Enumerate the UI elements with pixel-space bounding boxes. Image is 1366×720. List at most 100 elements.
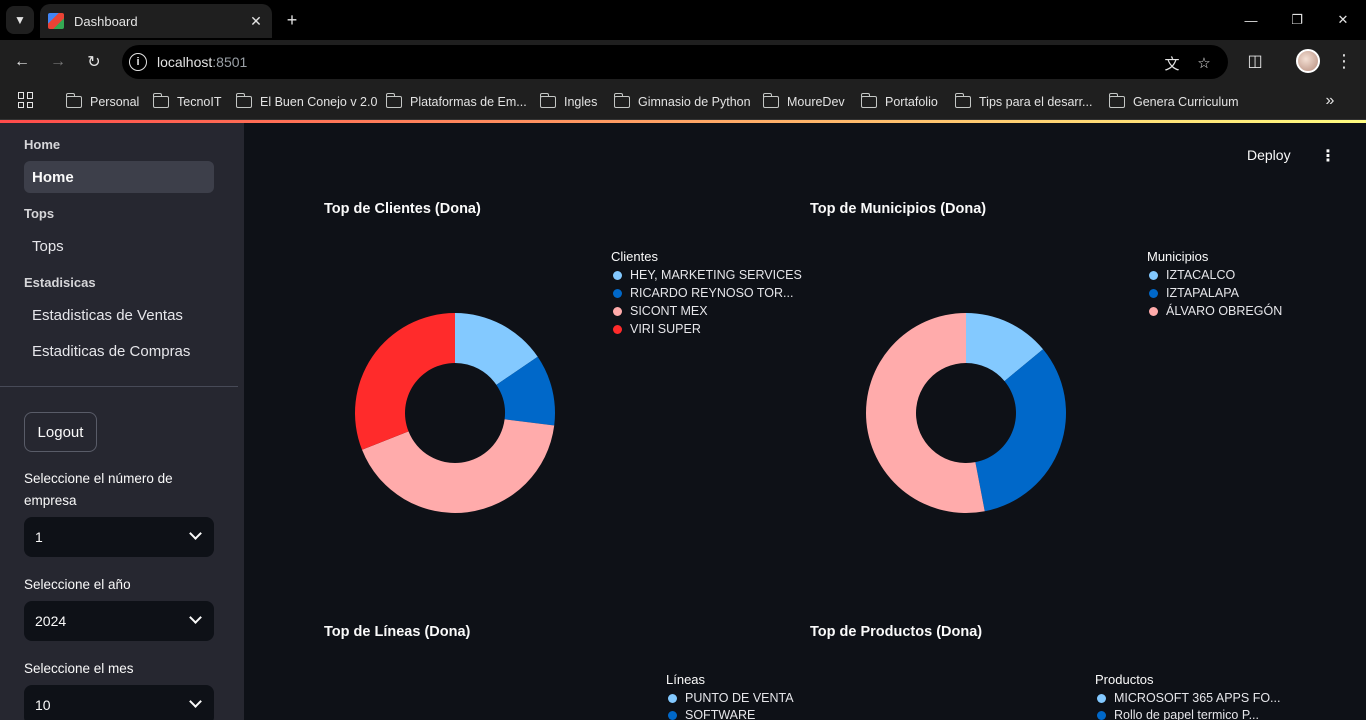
legend-title-clientes: Clientes — [611, 249, 658, 264]
donut-slice-4[interactable] — [355, 313, 455, 450]
nav-section-home: Home — [24, 137, 61, 152]
legend-item[interactable]: IZTACALCO — [1149, 268, 1235, 282]
chart-title-productos: Top de Productos (Dona) — [810, 624, 983, 640]
bookmark-folder[interactable]: Ingles — [539, 91, 597, 113]
donut-chart-clientes — [355, 313, 555, 513]
legend-item[interactable]: VIRI SUPER — [613, 322, 701, 336]
bookmark-folder[interactable]: Portafolio — [860, 91, 938, 113]
reload-icon[interactable]: ↻ — [81, 49, 107, 75]
legend-label: MICROSOFT 365 APPS FO... — [1114, 691, 1281, 705]
chart-title-municipios: Top de Municipios (Dona) — [810, 201, 987, 217]
legend-title-lineas: Líneas — [666, 672, 706, 687]
legend-item[interactable]: Rollo de papel termico P... — [1097, 708, 1259, 720]
favicon-icon — [48, 13, 64, 29]
folder-icon — [860, 93, 877, 108]
legend-item[interactable]: IZTAPALAPA — [1149, 286, 1239, 300]
sidebar-item-home[interactable]: Home — [24, 161, 214, 193]
legend-dot — [1149, 288, 1158, 298]
legend-title-municipios: Municipios — [1147, 249, 1209, 264]
legend-dot — [613, 288, 622, 298]
legend-title-productos: Productos — [1095, 672, 1154, 687]
legend-item[interactable]: MICROSOFT 365 APPS FO... — [1097, 691, 1280, 705]
legend-label: SOFTWARE — [685, 708, 756, 720]
browser-menu-icon[interactable]: ⋮ — [1332, 49, 1356, 73]
bookmark-folder[interactable]: TecnoIT — [152, 91, 222, 113]
folder-icon — [539, 93, 556, 108]
sidebar-item-tops[interactable]: Tops — [24, 230, 214, 262]
app-menu-icon[interactable]: ⋮ — [1320, 145, 1336, 167]
apps-grid-icon[interactable] — [18, 92, 34, 108]
legend-item[interactable]: SICONT MEX — [613, 304, 708, 318]
bookmark-folder[interactable]: Plataformas de Em... — [385, 91, 527, 113]
donut-slice-2[interactable] — [975, 349, 1066, 512]
bookmark-label: Portafolio — [885, 95, 938, 109]
restore-icon[interactable]: ❐ — [1274, 0, 1320, 40]
bookmark-folder[interactable]: Tips para el desarr... — [954, 91, 1092, 113]
new-tab-icon[interactable]: + — [280, 8, 304, 32]
bookmark-label: TecnoIT — [177, 95, 222, 109]
legend-dot — [1097, 693, 1106, 703]
chevron-down-icon — [189, 527, 202, 540]
folder-icon — [152, 93, 169, 108]
bookmark-folder[interactable]: Gimnasio de Python — [613, 91, 751, 113]
profile-avatar[interactable] — [1296, 49, 1320, 73]
legend-item[interactable]: HEY, MARKETING SERVICES — [613, 268, 802, 282]
legend-item[interactable]: SOFTWARE — [668, 708, 755, 720]
legend-label: HEY, MARKETING SERVICES — [630, 268, 802, 282]
legend-label: RICARDO REYNOSO TOR... — [630, 286, 794, 300]
folder-icon — [385, 93, 402, 108]
site-info-icon[interactable]: i — [129, 53, 147, 71]
folder-icon — [954, 93, 971, 108]
back-arrow-icon[interactable]: ← — [9, 49, 35, 75]
chevron-down-icon — [189, 611, 202, 624]
more-bookmarks-icon[interactable]: » — [1320, 91, 1340, 111]
bookmark-star-icon[interactable]: ☆ — [1194, 53, 1214, 73]
anio-value: 2024 — [35, 613, 67, 629]
empresa-select[interactable]: 1 — [24, 517, 214, 557]
extensions-icon[interactable]: ◫ — [1243, 49, 1267, 73]
logout-button[interactable]: Logout — [24, 412, 97, 452]
tab-title: Dashboard — [74, 13, 138, 29]
anio-label: Seleccione el año — [24, 577, 131, 592]
deploy-button[interactable]: Deploy — [1247, 147, 1291, 163]
anio-select[interactable]: 2024 — [24, 601, 214, 641]
close-tab-icon[interactable]: ✕ — [246, 11, 266, 31]
legend-label: IZTACALCO — [1166, 268, 1236, 282]
browser-tab[interactable]: Dashboard ✕ — [40, 4, 272, 38]
bookmark-label: MoureDev — [787, 95, 845, 109]
browser-tabstrip: ▼ Dashboard ✕ + — ❐ ✕ — [0, 0, 1366, 40]
legend-dot — [613, 270, 622, 280]
main-content: Deploy ⋮ Top de Clientes (Dona) Clientes… — [244, 123, 1366, 720]
chart-title-lineas: Top de Líneas (Dona) — [324, 624, 471, 640]
minimize-icon[interactable]: — — [1228, 0, 1274, 40]
legend-dot — [613, 324, 622, 334]
url-host: localhost — [157, 54, 213, 70]
mes-value: 10 — [35, 697, 51, 713]
sidebar-item-estadisticas-ventas[interactable]: Estadisticas de Ventas — [24, 299, 214, 331]
legend-dot — [1097, 710, 1106, 720]
legend-dot — [1149, 306, 1158, 316]
legend-item[interactable]: RICARDO REYNOSO TOR... — [613, 286, 793, 300]
bookmark-folder[interactable]: Personal — [65, 91, 140, 113]
browser-toolbar: ← → ↻ i localhost:8501 文 ☆ ◫ ⋮ — [0, 40, 1366, 84]
mes-select[interactable]: 10 — [24, 685, 214, 720]
bookmark-folder[interactable]: MoureDev — [762, 91, 845, 113]
address-bar[interactable]: i localhost:8501 文 ☆ — [122, 45, 1228, 79]
forward-arrow-icon[interactable]: → — [45, 49, 71, 75]
nav-section-estadisticas: Estadisicas — [24, 275, 96, 290]
legend-item[interactable]: PUNTO DE VENTA — [668, 691, 794, 705]
bookmark-folder[interactable]: Genera Curriculum — [1108, 91, 1239, 113]
bookmark-folder[interactable]: El Buen Conejo v 2.0 — [235, 91, 377, 113]
tab-search-icon[interactable]: ▼ — [6, 6, 34, 34]
window-close-icon[interactable]: ✕ — [1320, 0, 1366, 40]
empresa-value: 1 — [35, 529, 43, 545]
translate-icon[interactable]: 文 — [1162, 53, 1182, 73]
legend-item[interactable]: ÁLVARO OBREGÓN — [1149, 304, 1282, 318]
bookmark-label: Personal — [90, 95, 140, 109]
bookmarks-bar: Personal TecnoIT El Buen Conejo v 2.0 Pl… — [0, 84, 1366, 120]
url-port: :8501 — [212, 54, 248, 70]
sidebar-divider — [0, 386, 238, 387]
legend-label: ÁLVARO OBREGÓN — [1166, 304, 1283, 318]
sidebar-item-estadisticas-compras[interactable]: Estaditicas de Compras — [24, 335, 214, 367]
legend-label: SICONT MEX — [630, 304, 708, 318]
